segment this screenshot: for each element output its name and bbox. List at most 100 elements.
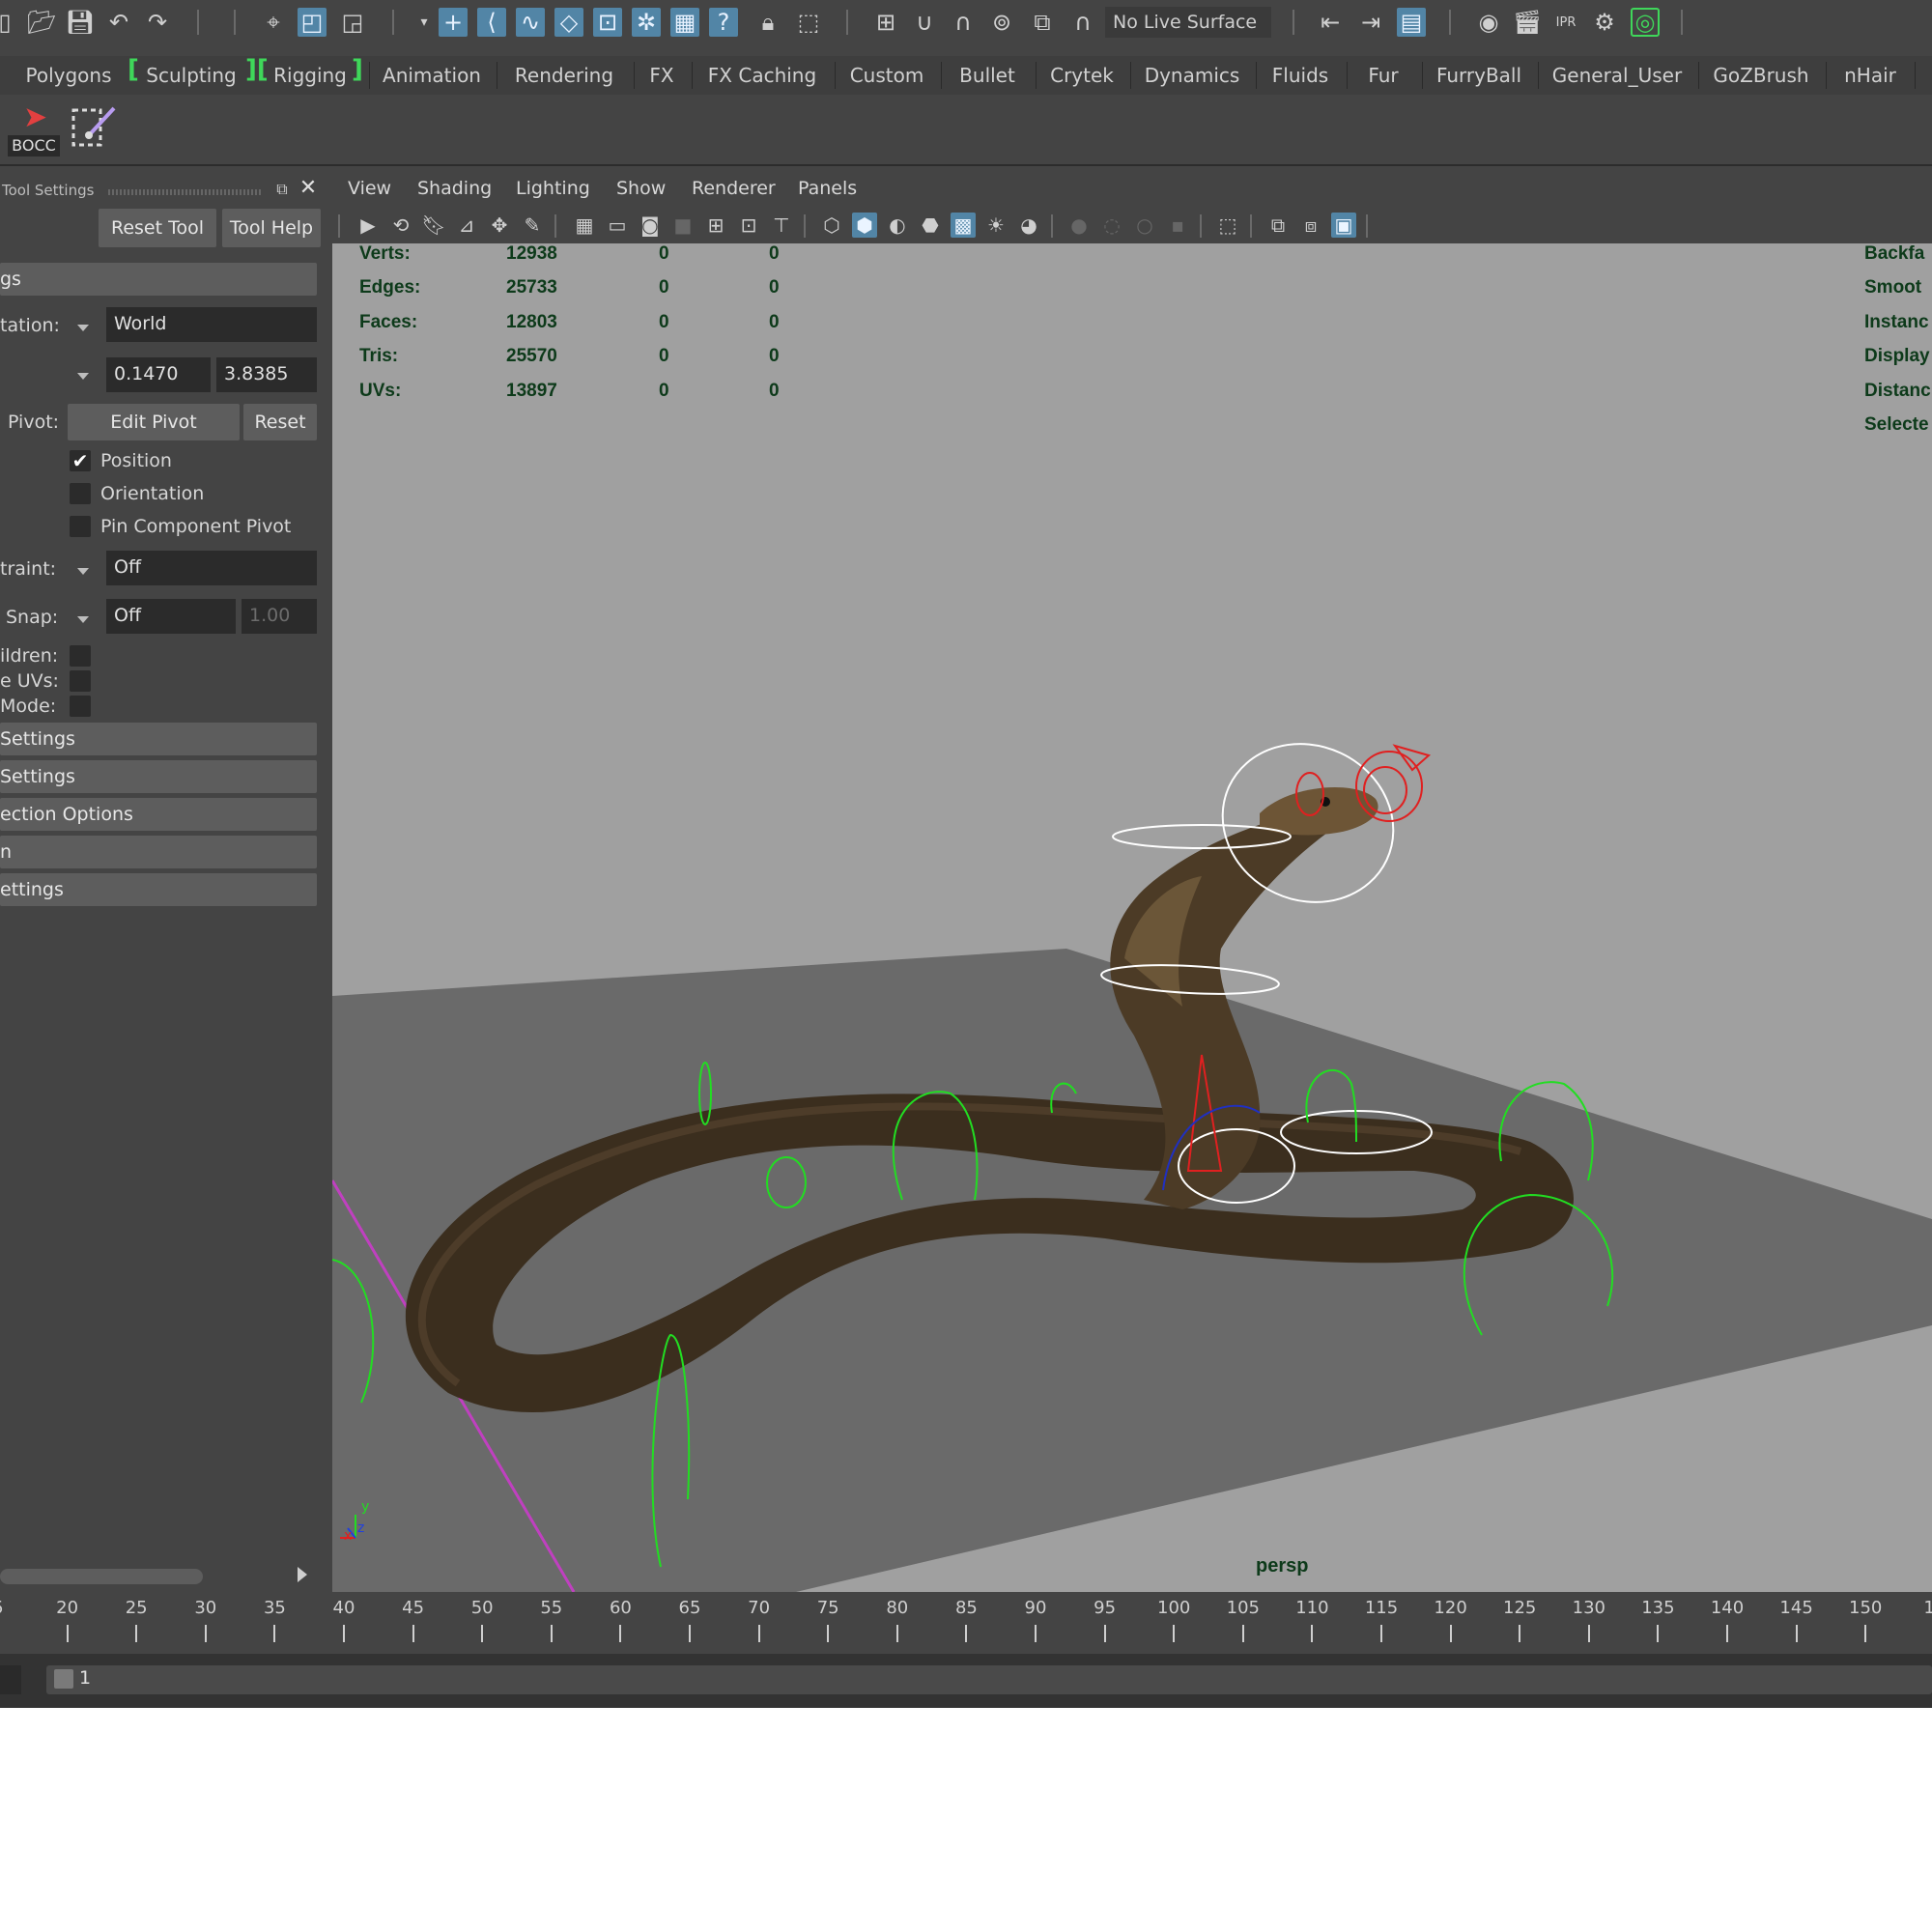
axis-value-field-a[interactable]: 0.1470 — [106, 357, 211, 392]
film-gate-icon[interactable]: ▭ — [605, 213, 630, 238]
jaw-control-curve[interactable] — [1355, 751, 1423, 822]
jaw-control-curve-inner[interactable] — [1363, 766, 1407, 814]
shelf-tab-fur[interactable]: Fur — [1352, 56, 1414, 95]
range-start-handle[interactable] — [54, 1669, 73, 1689]
snap-dropdown[interactable]: Off — [106, 599, 236, 634]
shelf-tab-dynamics[interactable]: Dynamics — [1136, 56, 1248, 95]
panel-drag-grip[interactable] — [108, 189, 263, 195]
snap-to-curve-icon[interactable]: ∪ — [910, 8, 939, 37]
menu-view[interactable]: View — [348, 178, 391, 199]
shadows-icon[interactable]: ◕ — [1016, 213, 1041, 238]
shelf-tab-gozbrush[interactable]: GoZBrush — [1704, 56, 1818, 95]
2d-pan-zoom-icon[interactable]: ✥ — [487, 213, 512, 238]
shelf-tab-general-user[interactable]: General_User — [1544, 56, 1690, 95]
snap-to-view-plane-icon[interactable]: ⊚ — [987, 8, 1016, 37]
range-slider-bar[interactable]: 1 — [46, 1665, 1932, 1694]
select-joints-icon[interactable]: ⟨ — [477, 8, 506, 37]
render-view-icon[interactable]: ⚙ — [1590, 8, 1619, 37]
make-live-icon[interactable]: ⧉ — [1028, 8, 1057, 37]
live-surface-field[interactable]: No Live Surface — [1105, 7, 1271, 38]
select-handles-icon[interactable]: + — [439, 8, 468, 37]
dropdown-arrow-icon[interactable] — [77, 373, 89, 380]
field-chart-icon[interactable]: ⊞ — [703, 213, 728, 238]
shelf-tab-rigging[interactable]: Rigging — [270, 56, 350, 95]
shelf-tab-nhair[interactable]: nHair — [1832, 56, 1909, 95]
shelf-tab-bullet[interactable]: Bullet — [947, 56, 1028, 95]
smooth-shade-icon[interactable]: ⬢ — [852, 213, 877, 238]
head-aim-control[interactable] — [1392, 744, 1432, 772]
section-header[interactable]: n — [0, 836, 317, 868]
mode-checkbox[interactable] — [70, 696, 91, 717]
safe-action-icon[interactable]: ⊡ — [736, 213, 761, 238]
select-deformations-icon[interactable]: ⊡ — [593, 8, 622, 37]
menu-panels[interactable]: Panels — [798, 178, 857, 199]
select-by-hierarchy-icon[interactable]: ⌖ — [259, 8, 288, 37]
dropdown-arrow-icon[interactable] — [77, 568, 89, 575]
close-icon[interactable]: ✕ — [298, 178, 319, 199]
select-rendering-icon[interactable]: ▦ — [670, 8, 699, 37]
shelf-tab-fx-caching[interactable]: FX Caching — [697, 56, 827, 95]
horizontal-scrollbar[interactable] — [0, 1569, 203, 1584]
redo-icon[interactable]: ↷ — [143, 8, 172, 37]
snap-together-icon[interactable]: ∩ — [1068, 8, 1097, 37]
scroll-right-arrow-icon[interactable] — [298, 1567, 307, 1582]
save-scene-icon[interactable]: 💾︎ — [66, 8, 95, 37]
select-dynamics-icon[interactable]: ✲ — [632, 8, 661, 37]
shelf-tab-sculpting[interactable]: Sculpting — [143, 56, 240, 95]
range-start-time-field[interactable] — [0, 1665, 21, 1694]
xray-icon[interactable]: ⧉ — [1265, 213, 1291, 238]
image-plane-icon[interactable]: ⊿ — [454, 213, 479, 238]
shelf-tab-rendering[interactable]: Rendering — [504, 56, 624, 95]
safe-title-icon[interactable]: ⊤ — [769, 213, 794, 238]
orientation-dropdown[interactable]: World — [106, 307, 317, 342]
screen-space-ao-icon[interactable]: ● — [1066, 213, 1092, 238]
section-header[interactable]: Settings — [0, 760, 317, 793]
wireframe-on-shaded-icon[interactable]: ⬣ — [918, 213, 943, 238]
menu-shading[interactable]: Shading — [417, 178, 492, 199]
section-header[interactable]: ettings — [0, 873, 317, 906]
grid-icon[interactable]: ▦ — [572, 213, 597, 238]
shelf-tab-polygons[interactable]: Polygons — [17, 56, 120, 95]
selection-mask-dropdown-icon[interactable]: ▾ — [410, 8, 439, 37]
select-curves-icon[interactable]: ∿ — [516, 8, 545, 37]
render-current-frame-icon[interactable]: 🎬︎ — [1513, 8, 1542, 37]
menu-show[interactable]: Show — [616, 178, 666, 199]
select-by-component-icon[interactable]: ◲ — [338, 8, 367, 37]
shelf-tab-animation[interactable]: Animation — [375, 56, 489, 95]
section-header[interactable]: ection Options — [0, 798, 317, 831]
gate-mask-icon[interactable]: ■ — [670, 213, 696, 238]
reset-tool-button[interactable]: Reset Tool — [99, 209, 216, 247]
use-all-lights-icon[interactable]: ☀ — [983, 213, 1009, 238]
bookmark-icon[interactable]: 🔖︎ — [421, 213, 446, 238]
dropdown-arrow-icon[interactable] — [77, 325, 89, 331]
grease-pencil-icon[interactable]: ✎ — [520, 213, 545, 238]
axis-value-field-b[interactable]: 3.8385 — [216, 357, 317, 392]
perspective-viewport[interactable]: y z x Verts: 12938 0 0 Edges: 25733 0 0 … — [332, 243, 1932, 1592]
preserve-uvs-checkbox[interactable] — [70, 670, 91, 692]
snap-to-grid-icon[interactable]: ⊞ — [871, 8, 900, 37]
select-camera-icon[interactable]: ▶ — [355, 213, 381, 238]
shelf-tab-furryball[interactable]: FurryBall — [1428, 56, 1530, 95]
input-operations-icon[interactable]: ⇤ — [1316, 8, 1345, 37]
undo-icon[interactable]: ↶ — [104, 8, 133, 37]
constraint-dropdown[interactable]: Off — [106, 551, 317, 585]
dropdown-arrow-icon[interactable] — [77, 616, 89, 623]
select-tool-shelf-button[interactable]: ➤ BOCC — [6, 100, 62, 158]
lock-selection-icon[interactable]: 🔒︎ — [753, 8, 782, 37]
ipr-render-icon[interactable]: IPR — [1551, 8, 1580, 37]
textured-icon[interactable]: ▩ — [951, 213, 976, 238]
output-operations-icon[interactable]: ⇥ — [1356, 8, 1385, 37]
menu-renderer[interactable]: Renderer — [692, 178, 776, 199]
float-panel-icon[interactable]: ⧉ — [272, 180, 292, 199]
orientation-checkbox[interactable] — [70, 483, 91, 504]
pin-component-pivot-checkbox[interactable] — [70, 516, 91, 537]
anti-aliasing-icon[interactable]: ○ — [1132, 213, 1157, 238]
shelf-tab-fluids[interactable]: Fluids — [1262, 56, 1339, 95]
construction-history-icon[interactable]: ▤ — [1397, 8, 1426, 37]
menu-lighting[interactable]: Lighting — [516, 178, 590, 199]
position-checkbox[interactable]: ✔ — [70, 450, 91, 471]
select-surfaces-icon[interactable]: ◇ — [554, 8, 583, 37]
open-scene-icon[interactable]: 📂︎ — [27, 8, 56, 37]
camera-attributes-icon[interactable]: ⟲ — [388, 213, 413, 238]
shelf-tab-custom[interactable]: Custom — [840, 56, 933, 95]
